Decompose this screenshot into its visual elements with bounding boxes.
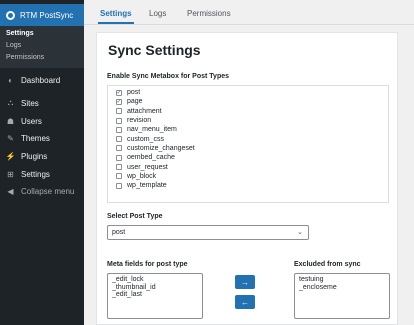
users-icon: ☗: [6, 116, 15, 126]
meta-fields-label: Meta fields for post type: [107, 261, 188, 268]
tab-logs[interactable]: Logs: [149, 9, 166, 18]
checkbox-row-nav-menu-item[interactable]: nav_menu_item: [116, 125, 380, 134]
sidebar-item-sites[interactable]: ⛬ Sites: [0, 95, 84, 111]
sidebar-item-plugins[interactable]: ⚡ Plugins: [0, 148, 84, 164]
checkbox-label: post: [127, 89, 141, 97]
list-item[interactable]: testuing: [299, 276, 385, 284]
admin-sidebar: RTM PostSync Settings Logs Permissions ◐…: [0, 0, 89, 325]
list-item[interactable]: _encloseme: [299, 284, 385, 292]
excluded-label: Excluded from sync: [294, 261, 361, 268]
sidebar-item-users[interactable]: ☗ Users: [0, 113, 84, 129]
collapse-menu-button[interactable]: ◀ Collapse menu: [0, 183, 84, 199]
meta-fields-listbox[interactable]: _edit_lock _thumbnail_id _edit_last: [107, 273, 203, 319]
selected-post-type: post: [112, 229, 126, 236]
post-type-select[interactable]: post ⌄: [107, 225, 309, 240]
sidebar-item-label: Settings: [21, 169, 50, 179]
sidebar-item-dashboard[interactable]: ◐ Dashboard: [0, 72, 84, 88]
sidebar-item-rtm-postsync[interactable]: RTM PostSync: [0, 4, 89, 26]
settings-icon: ⊞: [7, 169, 14, 179]
checkbox-row-attachment[interactable]: attachment: [116, 107, 380, 116]
checkbox-label: revision: [127, 117, 152, 125]
sync-icon: [6, 10, 15, 20]
checkbox-label: user_request: [127, 163, 168, 171]
sidebar-item-label: Sites: [21, 98, 39, 108]
dashboard-icon: ◐: [8, 75, 13, 85]
arrow-right-icon: →: [241, 277, 249, 287]
sites-icon: ⛬: [7, 98, 14, 107]
plugin-submenu: Settings Logs Permissions: [0, 26, 84, 68]
checkbox-row-custom-css[interactable]: custom_css: [116, 134, 380, 143]
checkbox-row-revision[interactable]: revision: [116, 116, 380, 125]
sidebar-item-themes[interactable]: ✎ Themes: [0, 130, 84, 146]
checkbox-wp-template[interactable]: [116, 182, 122, 189]
list-item[interactable]: _thumbnail_id: [112, 284, 198, 292]
submenu-item-permissions[interactable]: Permissions: [0, 52, 84, 64]
sidebar-item-label: Themes: [21, 133, 50, 143]
sync-settings-card: Sync Settings Enable Sync Metabox for Po…: [96, 32, 398, 325]
move-to-excluded-button[interactable]: →: [235, 275, 255, 289]
chevron-down-icon: ⌄: [297, 229, 303, 236]
checkbox-label: wp_block: [127, 172, 157, 180]
page-title: Sync Settings: [108, 42, 201, 58]
checkbox-label: custom_css: [127, 135, 164, 143]
checkbox-page[interactable]: ✓: [116, 98, 122, 105]
sidebar-item-settings[interactable]: ⊞ Settings: [0, 166, 84, 182]
tab-divider: [84, 24, 414, 25]
checkbox-row-user-request[interactable]: user_request: [116, 162, 380, 171]
tab-bar: Settings Logs Permissions: [84, 0, 414, 26]
checkbox-label: nav_menu_item: [127, 126, 177, 134]
checkbox-row-post[interactable]: ✓ post: [116, 88, 380, 97]
excluded-fields-listbox[interactable]: testuing _encloseme: [294, 273, 390, 319]
list-item[interactable]: _edit_lock: [112, 276, 198, 284]
plugin-title: RTM PostSync: [20, 10, 74, 20]
checkbox-nav-menu-item[interactable]: [116, 126, 122, 133]
checkbox-row-oembed-cache[interactable]: oembed_cache: [116, 153, 380, 162]
list-item[interactable]: _edit_last: [112, 291, 198, 299]
checkbox-wp-block[interactable]: [116, 173, 122, 180]
sidebar-item-label: Users: [21, 116, 42, 126]
checkbox-oembed-cache[interactable]: [116, 154, 122, 161]
checkbox-label: oembed_cache: [127, 154, 175, 162]
checkbox-label: attachment: [127, 107, 162, 115]
checkbox-custom-css[interactable]: [116, 136, 122, 143]
checkbox-row-wp-block[interactable]: wp_block: [116, 172, 380, 181]
plugins-icon: ⚡: [5, 151, 16, 161]
sidebar-item-label: Plugins: [21, 151, 48, 161]
checkbox-post[interactable]: ✓: [116, 89, 122, 96]
tab-settings[interactable]: Settings: [100, 9, 132, 18]
checkbox-label: wp_template: [127, 182, 167, 190]
checkbox-row-page[interactable]: ✓ page: [116, 97, 380, 106]
post-type-checklist[interactable]: ✓ post ✓ page attachment revision nav_menu…: [107, 85, 389, 203]
move-to-meta-button[interactable]: ←: [235, 295, 255, 309]
collapse-icon: ◀: [7, 186, 14, 196]
checkbox-attachment[interactable]: [116, 108, 122, 115]
checkbox-label: customize_changeset: [127, 144, 195, 152]
submenu-item-settings[interactable]: Settings: [0, 28, 84, 40]
sidebar-item-label: Collapse menu: [21, 186, 75, 196]
checkbox-customize-changeset[interactable]: [116, 145, 122, 152]
select-post-type-label: Select Post Type: [107, 213, 163, 220]
submenu-item-logs[interactable]: Logs: [0, 40, 84, 52]
checkbox-label: page: [127, 98, 143, 106]
sidebar-item-label: Dashboard: [21, 75, 61, 85]
checkbox-row-wp-template[interactable]: wp_template: [116, 181, 380, 190]
checkbox-user-request[interactable]: [116, 164, 122, 171]
metabox-label: Enable Sync Metabox for Post Types: [107, 73, 230, 80]
checkbox-revision[interactable]: [116, 117, 122, 124]
tab-permissions[interactable]: Permissions: [187, 9, 231, 18]
themes-icon: ✎: [7, 133, 14, 143]
checkbox-row-customize-changeset[interactable]: customize_changeset: [116, 144, 380, 153]
arrow-left-icon: ←: [241, 297, 249, 307]
